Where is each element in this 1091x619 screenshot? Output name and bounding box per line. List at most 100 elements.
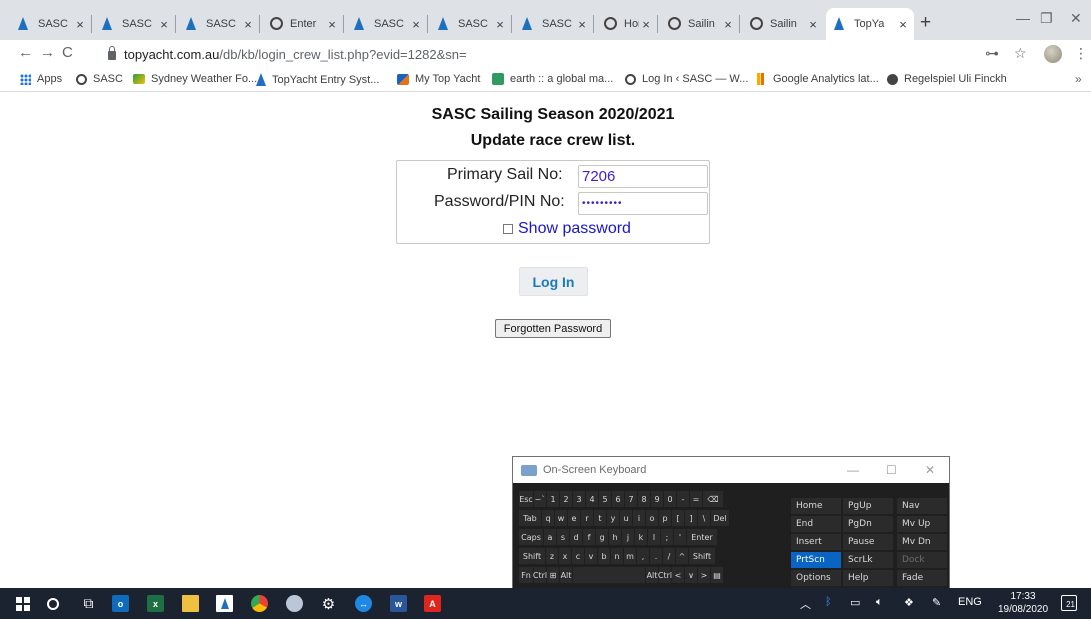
word-icon[interactable]: w — [390, 595, 407, 612]
outlook-icon[interactable]: o — [112, 595, 129, 612]
osk-key[interactable]: q — [542, 510, 554, 526]
task-view-icon[interactable]: ⧉ — [80, 595, 97, 612]
network-app-icon[interactable] — [286, 595, 303, 612]
osk-key[interactable]: 1 — [547, 491, 559, 507]
browser-tab[interactable]: Sailin × — [660, 8, 740, 40]
close-tab-icon[interactable]: × — [325, 17, 339, 32]
browser-tab[interactable]: SASC × — [10, 8, 92, 40]
notification-center-icon[interactable]: 21 — [1061, 595, 1077, 611]
show-hidden-icons-icon[interactable]: ︿ — [800, 596, 811, 612]
close-tab-icon[interactable]: × — [896, 17, 910, 32]
excel-icon[interactable]: x — [147, 595, 164, 612]
osk-key[interactable]: b — [598, 548, 610, 564]
profile-avatar[interactable] — [1044, 45, 1062, 63]
close-tab-icon[interactable]: × — [721, 17, 735, 32]
osk-key[interactable]: r — [581, 510, 593, 526]
osk-key[interactable]: j — [622, 529, 634, 545]
osk-key[interactable]: Enter — [687, 529, 717, 545]
osk-key[interactable]: , — [637, 548, 649, 564]
dropbox-icon[interactable]: ❖ — [904, 596, 914, 609]
log-in-button[interactable]: Log In — [519, 267, 588, 296]
osk-minimize-button[interactable]: — — [847, 463, 859, 477]
osk-key[interactable]: ~` — [534, 491, 546, 507]
sail-number-input[interactable]: 7206 — [578, 165, 708, 188]
osk-key[interactable]: 3 — [573, 491, 585, 507]
close-tab-icon[interactable]: × — [73, 17, 87, 32]
osk-key[interactable]: f — [583, 529, 595, 545]
osk-key[interactable]: ∨ — [685, 567, 697, 583]
osk-key[interactable]: 0 — [664, 491, 676, 507]
osk-nav-key[interactable]: Pause — [843, 534, 893, 550]
search-icon[interactable] — [47, 598, 59, 610]
osk-key[interactable]: Shift — [519, 548, 545, 564]
osk-key[interactable]: Alt — [646, 567, 658, 583]
more-bookmarks-icon[interactable]: » — [1075, 72, 1082, 86]
close-tab-icon[interactable]: × — [493, 17, 507, 32]
close-tab-icon[interactable]: × — [575, 17, 589, 32]
osk-nav-key[interactable]: PgUp — [843, 498, 893, 514]
osk-key[interactable]: y — [607, 510, 619, 526]
browser-tab[interactable]: Sailin × — [742, 8, 824, 40]
bookmark-earth[interactable]: earth :: a global ma... — [492, 73, 613, 85]
osk-key[interactable]: Del — [711, 510, 729, 526]
osk-key[interactable]: d — [570, 529, 582, 545]
browser-tab[interactable]: SASC × — [514, 8, 594, 40]
osk-nav-key[interactable]: Dock — [897, 552, 947, 568]
osk-key[interactable]: p — [659, 510, 671, 526]
osk-key[interactable]: 9 — [651, 491, 663, 507]
osk-key[interactable]: Fn — [519, 567, 533, 583]
bookmark-log-in-sasc[interactable]: Log In ‹ SASC — W... — [625, 73, 748, 85]
osk-key[interactable]: v — [585, 548, 597, 564]
osk-nav-key[interactable]: Fade — [897, 570, 947, 586]
topyacht-app-icon[interactable] — [216, 595, 233, 612]
bookmark-star-icon[interactable]: ☆ — [1014, 45, 1027, 62]
settings-gear-icon[interactable]: ⚙ — [320, 595, 337, 613]
close-tab-icon[interactable]: × — [409, 17, 423, 32]
osk-key[interactable]: ⌫ — [703, 491, 723, 507]
file-explorer-icon[interactable] — [182, 595, 199, 612]
osk-key[interactable]: ; — [661, 529, 673, 545]
bookmark-apps[interactable]: Apps — [20, 73, 62, 85]
close-tab-icon[interactable]: × — [806, 17, 820, 32]
browser-tab[interactable]: SASC × — [430, 8, 512, 40]
system-clock[interactable]: 17:33 19/08/2020 — [995, 590, 1051, 616]
osk-key[interactable]: t — [594, 510, 606, 526]
osk-key[interactable]: - — [677, 491, 689, 507]
osk-key[interactable] — [573, 567, 645, 583]
osk-key[interactable]: 4 — [586, 491, 598, 507]
osk-nav-key[interactable]: Mv Up — [897, 516, 947, 532]
osk-key[interactable]: e — [568, 510, 580, 526]
reload-button[interactable]: C — [62, 44, 73, 61]
osk-key[interactable]: 8 — [638, 491, 650, 507]
bookmark-sasc[interactable]: SASC — [76, 73, 123, 85]
show-password-checkbox[interactable] — [503, 224, 513, 234]
osk-key[interactable]: . — [650, 548, 662, 564]
restore-button[interactable]: ❐ — [1040, 10, 1053, 27]
start-button[interactable] — [14, 595, 31, 612]
bookmark-topyacht-entry[interactable]: TopYacht Entry Syst... — [256, 73, 379, 86]
osk-key[interactable]: Caps — [519, 529, 543, 545]
osk-nav-key[interactable]: Help — [843, 570, 893, 586]
osk-key[interactable]: ^ — [676, 548, 688, 564]
bluetooth-icon[interactable]: ᛒ — [825, 596, 832, 608]
osk-key[interactable]: c — [572, 548, 584, 564]
osk-nav-key[interactable]: Home — [791, 498, 841, 514]
osk-key[interactable]: 7 — [625, 491, 637, 507]
close-window-button[interactable]: ✕ — [1070, 10, 1082, 27]
osk-key[interactable]: > — [698, 567, 710, 583]
bookmark-sydney-weather[interactable]: Sydney Weather Fo... — [133, 73, 257, 85]
osk-nav-key[interactable]: PrtScn — [791, 552, 841, 568]
close-tab-icon[interactable]: × — [241, 17, 255, 32]
osk-key[interactable]: i — [633, 510, 645, 526]
pen-icon[interactable]: ✎ — [932, 596, 941, 609]
osk-key[interactable]: ] — [685, 510, 697, 526]
osk-key[interactable]: Ctrl — [658, 567, 672, 583]
osk-key[interactable]: a — [544, 529, 556, 545]
teamviewer-icon[interactable]: ↔ — [355, 595, 372, 612]
osk-key[interactable]: ▤ — [711, 567, 723, 583]
osk-key[interactable]: Alt — [560, 567, 572, 583]
browser-tab[interactable]: SASC × — [94, 8, 176, 40]
osk-close-button[interactable]: ✕ — [925, 463, 935, 477]
osk-key[interactable]: Esc — [519, 491, 533, 507]
osk-key[interactable]: \ — [698, 510, 710, 526]
